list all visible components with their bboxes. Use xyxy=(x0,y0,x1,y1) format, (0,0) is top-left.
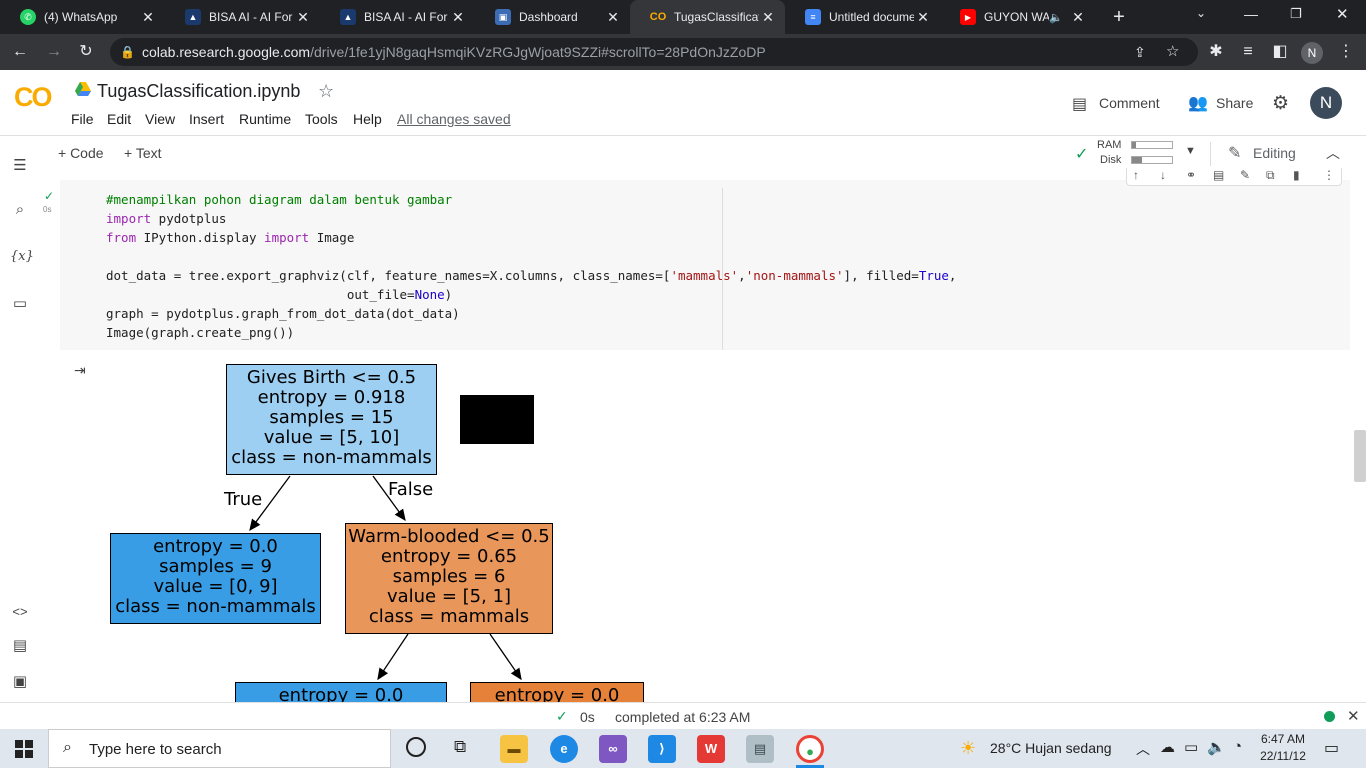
node-line: Warm-blooded <= 0.5 xyxy=(348,526,550,547)
clock-time[interactable]: 6:47 AM xyxy=(1259,732,1307,746)
windows-taskbar: ⌕ Type here to search ⧉ ▬ e ∞ ⟩ W ▤ ● ☀ … xyxy=(0,729,1366,768)
node-line: class = mammals xyxy=(368,606,530,627)
tree-edge-rr xyxy=(489,633,522,681)
node-line: entropy = 0.65 xyxy=(380,546,518,567)
node-line: value = [5, 1] xyxy=(386,586,512,607)
node-line: value = [0, 9] xyxy=(153,576,278,597)
node-line: class = non-mammals xyxy=(115,596,316,617)
status-close-icon[interactable]: ✕ xyxy=(1347,707,1360,725)
task-view-icon[interactable]: ⧉ xyxy=(454,737,466,757)
edge-browser-icon[interactable]: e xyxy=(550,735,578,763)
node-line: samples = 9 xyxy=(159,556,272,577)
search-icon: ⌕ xyxy=(63,739,72,756)
vscode-icon[interactable]: ⟩ xyxy=(648,735,676,763)
node-line: entropy = 0.0 xyxy=(153,536,278,557)
wps-office-icon[interactable]: W xyxy=(697,735,725,763)
node-line: samples = 15 xyxy=(269,407,394,428)
node-line: entropy = 0.918 xyxy=(257,387,406,408)
visual-studio-icon[interactable]: ∞ xyxy=(599,735,627,763)
node-line: samples = 6 xyxy=(392,566,506,587)
weather-icon: ☀ xyxy=(960,738,977,758)
show-hidden-icons-chevron[interactable]: ︿ xyxy=(1136,739,1150,759)
tree-node-left-leaf: entropy = 0.0 samples = 9 value = [0, 9]… xyxy=(110,533,321,624)
cortana-icon[interactable] xyxy=(406,737,426,757)
notepad-app-icon[interactable]: ▤ xyxy=(746,735,774,763)
redaction-box xyxy=(460,395,534,444)
tree-edge-rl xyxy=(377,633,409,681)
node-line: Gives Birth <= 0.5 xyxy=(246,367,417,388)
file-explorer-icon[interactable]: ▬ xyxy=(500,735,528,763)
node-line: class = non-mammals xyxy=(231,447,432,468)
node-line: value = [5, 10] xyxy=(263,427,400,448)
notification-center-icon[interactable]: ▭ xyxy=(1324,738,1339,758)
weather-text[interactable]: 28°C Hujan sedang xyxy=(990,740,1112,756)
edge-label-true: True xyxy=(224,489,263,510)
onedrive-cloud-icon[interactable]: ☁ xyxy=(1160,738,1175,756)
windows-start-icon[interactable] xyxy=(15,740,33,758)
clock-date[interactable]: 22/11/12 xyxy=(1259,749,1307,763)
tree-node-root: Gives Birth <= 0.5 entropy = 0.918 sampl… xyxy=(226,364,437,475)
tree-node-right: Warm-blooded <= 0.5 entropy = 0.65 sampl… xyxy=(345,523,553,634)
volume-icon[interactable]: 🔈 xyxy=(1207,738,1226,756)
edge-label-false: False xyxy=(388,479,434,500)
wifi-icon[interactable]: ◔ xyxy=(1233,738,1242,755)
taskbar-search-box[interactable]: ⌕ Type here to search xyxy=(48,729,391,768)
chrome-icon[interactable]: ● xyxy=(796,735,824,763)
status-check-icon: ✓ xyxy=(556,708,568,724)
battery-icon[interactable]: ▭ xyxy=(1184,738,1198,756)
connection-status-dot xyxy=(1324,711,1335,722)
notebook-scrollbar-thumb[interactable] xyxy=(1354,430,1366,482)
colab-status-bar: ✓ 0s completed at 6:23 AM ✕ xyxy=(0,702,1366,729)
status-completed[interactable]: completed at 6:23 AM xyxy=(615,709,750,725)
search-placeholder: Type here to search xyxy=(89,741,222,758)
status-time: 0s xyxy=(580,709,595,725)
